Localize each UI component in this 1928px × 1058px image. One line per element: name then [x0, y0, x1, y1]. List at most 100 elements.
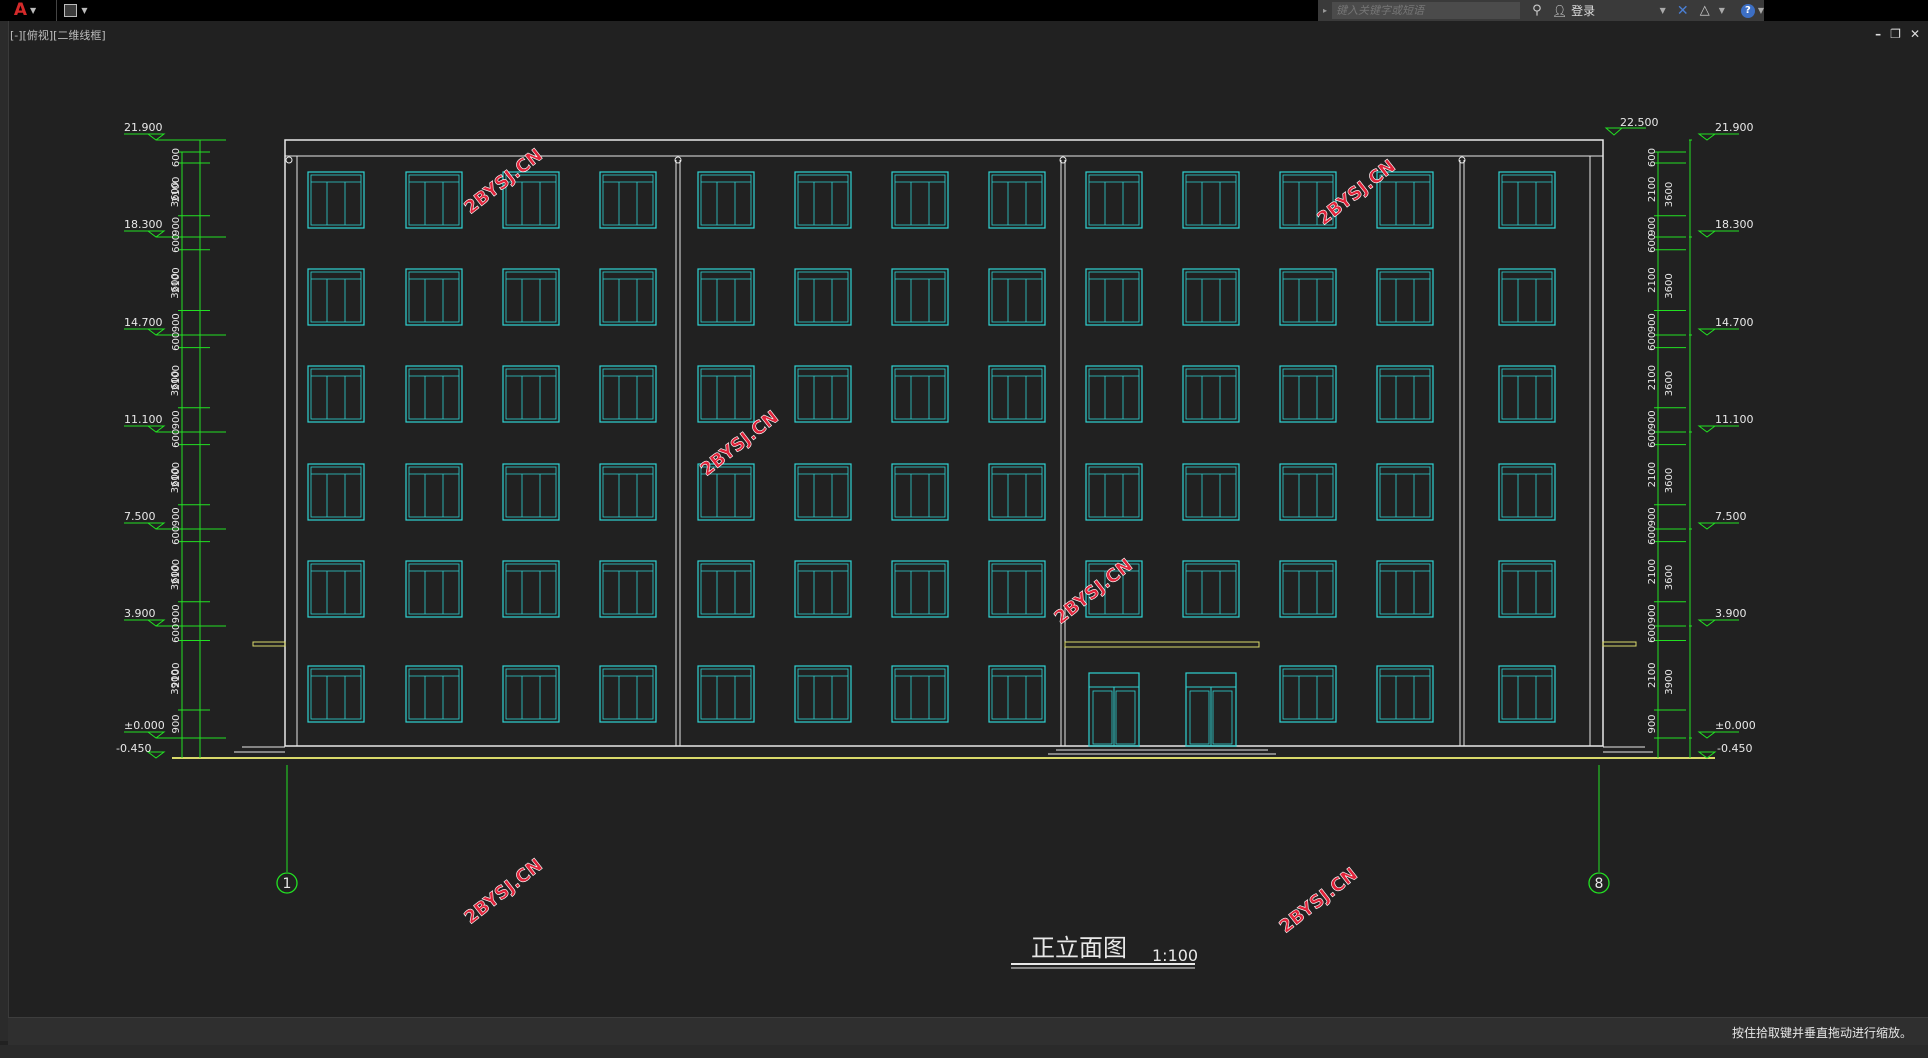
- window-frame: [405, 665, 463, 723]
- level-label: ±0.000: [1715, 719, 1756, 732]
- window: [891, 171, 949, 229]
- window-frame: [794, 463, 852, 521]
- window: [988, 463, 1046, 521]
- window-frame: [794, 365, 852, 423]
- window-inner: [797, 563, 849, 615]
- watermark-text: 2BYSJ.CN: [1275, 864, 1361, 938]
- dimension-value: 600: [171, 148, 182, 167]
- window: [307, 560, 365, 618]
- window-frame: [794, 268, 852, 326]
- window-frame: [1376, 665, 1434, 723]
- window: [1279, 665, 1337, 723]
- door-leaf: [1212, 690, 1233, 745]
- window: [988, 560, 1046, 618]
- window-frame: [1085, 268, 1143, 326]
- window-inner: [894, 466, 946, 518]
- dimension-value: 900: [171, 410, 182, 429]
- window-inner: [310, 466, 362, 518]
- window-inner: [1379, 668, 1431, 720]
- window: [405, 171, 463, 229]
- drawing-title: 正立面图: [1031, 934, 1127, 962]
- level-label: 7.500: [1715, 510, 1747, 523]
- window-inner: [505, 563, 557, 615]
- downpipe-head: [285, 156, 293, 164]
- storey-dimension: 3600: [170, 182, 181, 207]
- window-inner: [505, 466, 557, 518]
- dimension-value: 900: [1647, 313, 1658, 332]
- entrance-doors: [1088, 672, 1237, 747]
- window-frame: [891, 365, 949, 423]
- window-frame: [988, 463, 1046, 521]
- window-frame: [405, 268, 463, 326]
- level-marker-icon: [1697, 522, 1717, 530]
- window-frame: [599, 560, 657, 618]
- window: [988, 268, 1046, 326]
- window-frame: [697, 665, 755, 723]
- window: [405, 268, 463, 326]
- window: [988, 365, 1046, 423]
- level-marker-icon: [1697, 133, 1717, 141]
- level-label: 11.100: [1715, 413, 1754, 426]
- dimension-value: 2100: [1647, 177, 1658, 202]
- window-inner: [505, 271, 557, 323]
- window-frame: [599, 665, 657, 723]
- storey-dimension: 3600: [170, 273, 181, 298]
- window: [1376, 560, 1434, 618]
- storey-dimension: 3600: [170, 371, 181, 396]
- storey-dimension: 3600: [1664, 371, 1675, 396]
- window-frame: [1498, 171, 1556, 229]
- window-inner: [505, 368, 557, 420]
- dimension-value: 2100: [1647, 559, 1658, 584]
- dimension-value: 900: [1647, 410, 1658, 429]
- window-inner: [991, 368, 1043, 420]
- window-inner: [1282, 368, 1334, 420]
- level-marker-icon: [1604, 127, 1624, 136]
- window-inner: [310, 668, 362, 720]
- dimension-value: 600: [1647, 429, 1658, 448]
- level-marker-icon: [146, 425, 166, 433]
- storey-dimension: 3600: [1664, 273, 1675, 298]
- window-frame: [1085, 365, 1143, 423]
- window-inner: [310, 368, 362, 420]
- window-inner: [797, 466, 849, 518]
- window-inner: [408, 668, 460, 720]
- window-inner: [408, 563, 460, 615]
- window: [502, 463, 560, 521]
- window: [307, 171, 365, 229]
- window: [1182, 560, 1240, 618]
- storey-dimension: 3600: [170, 565, 181, 590]
- window: [1182, 171, 1240, 229]
- window-frame: [307, 665, 365, 723]
- window: [1085, 171, 1143, 229]
- dimension-value: 900: [171, 313, 182, 332]
- side-band-right: [1602, 641, 1637, 647]
- window-inner: [1282, 563, 1334, 615]
- window: [1498, 665, 1556, 723]
- window-inner: [602, 668, 654, 720]
- window-frame: [1279, 365, 1337, 423]
- window-inner: [1282, 668, 1334, 720]
- window: [1498, 463, 1556, 521]
- dimension-value: 2100: [1647, 267, 1658, 292]
- window-frame: [1498, 463, 1556, 521]
- window-inner: [1088, 271, 1140, 323]
- window: [891, 463, 949, 521]
- storey-dimension: 3900: [1664, 669, 1675, 694]
- window: [1085, 463, 1143, 521]
- window-inner: [700, 368, 752, 420]
- drawing-canvas[interactable]: 21.900 18.300 14.700 11.100 7.500 3.900 ±0.000…: [0, 0, 1928, 1058]
- status-message: 按住拾取键并垂直拖动进行缩放。: [1731, 1026, 1912, 1040]
- window-frame: [405, 560, 463, 618]
- level-marker-icon: [1697, 425, 1717, 433]
- window: [1085, 268, 1143, 326]
- dimension-value: 900: [171, 714, 182, 733]
- dimension-value: 600: [1647, 624, 1658, 643]
- window-inner: [505, 668, 557, 720]
- window-inner: [1185, 271, 1237, 323]
- window: [1376, 463, 1434, 521]
- window: [697, 365, 755, 423]
- window-inner: [1185, 466, 1237, 518]
- window: [1376, 365, 1434, 423]
- level-label: 3.900: [1715, 607, 1747, 620]
- window-inner: [991, 563, 1043, 615]
